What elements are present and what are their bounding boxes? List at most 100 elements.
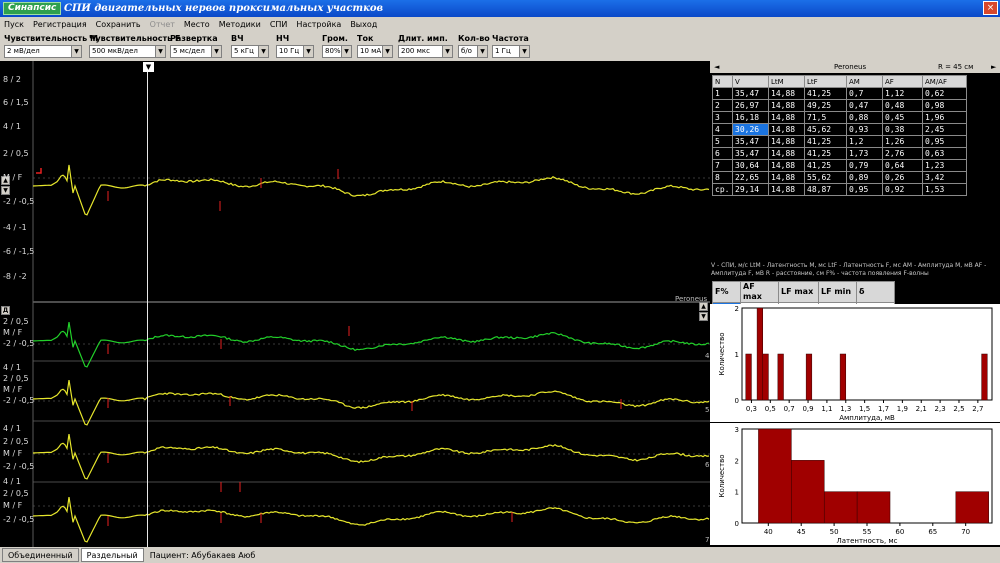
control-select-4[interactable]: 10 Гц ▼	[276, 45, 314, 58]
results-col-0: N	[712, 75, 733, 88]
control-select-2[interactable]: 5 мс/дел ▼	[170, 45, 222, 58]
trace6-ylabel-2: M / F	[3, 449, 23, 458]
table-row[interactable]: 7 30,64 14,88 41,25 0,79 0,64 1,23	[712, 159, 967, 172]
trace7-ylabel-1: 2 / 0,5	[3, 489, 29, 498]
lat-hist-xtick-4: 60	[895, 528, 904, 536]
results-panel: ◄ Peroneus R = 45 см ► N V LtM LtF AM AF AM/AF…	[710, 61, 1000, 547]
trace6-ylabel-0: 4 / 1	[3, 424, 21, 433]
chevron-down-icon: ▼	[341, 46, 351, 57]
traces-scale-up-button[interactable]: ▲	[699, 302, 708, 311]
menu-item-5[interactable]: Методики	[219, 20, 261, 29]
table-row[interactable]: 2 26,97 14,88 49,25 0,47 0,48 0,98	[712, 99, 967, 112]
control-label-3: ВЧ	[231, 34, 244, 43]
table-cell: 14,88	[768, 99, 805, 112]
amp-hist-xtick-2: 0,7	[784, 405, 795, 413]
acquisition-toolbar: Чувствительность M2 мВ/дел ▼ Чувствительно…	[0, 31, 1000, 61]
bottom-tab-1[interactable]: Раздельный	[80, 548, 144, 562]
app-logo: Синапсис	[3, 2, 62, 15]
traces-scale-down-button[interactable]: ▼	[699, 312, 708, 321]
table-cell: 0,38	[882, 123, 923, 136]
trace5-ylabel-2: M / F	[3, 385, 23, 394]
control-select-5[interactable]: 80% ▼	[322, 45, 352, 58]
control-select-7[interactable]: 200 мкс ▼	[398, 45, 453, 58]
table-cell: 35,47	[732, 135, 769, 148]
lat-hist-bar-4	[955, 491, 989, 524]
control-6: Ток 10 мА ▼	[357, 33, 393, 58]
trace-7	[32, 497, 710, 543]
control-label-9: Частота	[492, 34, 529, 43]
control-label-1: Чувствительность F	[89, 34, 181, 43]
abbrev-legend: V - СПИ, м/с LtM - Латентность М, мс LtF…	[711, 262, 987, 277]
control-label-6: Ток	[357, 34, 374, 43]
menu-item-1[interactable]: Регистрация	[33, 20, 87, 29]
results-col-1: V	[732, 75, 769, 88]
amp-hist-xtick-6: 1,5	[859, 405, 870, 413]
control-select-0[interactable]: 2 мВ/дел ▼	[4, 45, 82, 58]
time-cursor[interactable]	[147, 71, 148, 547]
table-row[interactable]: 3 16,18 14,88 71,5 0,88 0,45 1,96	[712, 111, 967, 124]
top-ylabel-5: -2 / -0,5	[3, 197, 35, 206]
menu-item-7[interactable]: Настройка	[296, 20, 341, 29]
d-button[interactable]: Д	[1, 306, 10, 315]
trace5-ylabel-1: 2 / 0,5	[3, 374, 29, 383]
control-select-1[interactable]: 500 мкВ/дел ▼	[89, 45, 166, 58]
top-ylabel-8: -8 / -2	[3, 272, 27, 281]
title-bar: Синапсис СПИ двигательных нервов проксим…	[0, 0, 1000, 17]
next-icon[interactable]: ►	[991, 61, 996, 73]
trace6-ylabel-1: 2 / 0,5	[3, 437, 29, 446]
table-cell: 0,64	[882, 159, 923, 172]
lat-hist-ytick-3: 3	[735, 426, 739, 434]
main-trace	[32, 164, 710, 216]
table-row[interactable]: 4 30,26 14,88 45,62 0,93 0,38 2,45	[712, 123, 967, 136]
close-icon[interactable]: ×	[983, 1, 998, 15]
chevron-down-icon: ▼	[382, 46, 392, 57]
prev-icon[interactable]: ◄	[714, 61, 719, 73]
table-row[interactable]: 6 35,47 14,88 41,25 1,73 2,76 0,63	[712, 147, 967, 160]
trace-number-0: 4	[705, 352, 710, 360]
table-cell: 14,88	[768, 171, 805, 184]
table-row[interactable]: 8 22,65 14,88 55,62 0,89 0,26 3,42	[712, 171, 967, 184]
trace4-ylabel-1: M / F	[3, 328, 23, 337]
amp-hist-xtick-1: 0,5	[765, 405, 776, 413]
trace5-ylabel-0: 4 / 1	[3, 363, 21, 372]
menu-item-0[interactable]: Пуск	[4, 20, 24, 29]
control-select-6[interactable]: 10 мА ▼	[357, 45, 393, 58]
amp-hist-xtick-12: 2,7	[972, 405, 983, 413]
table-cell: 1,23	[922, 159, 967, 172]
table-cell: 26,97	[732, 99, 769, 112]
amp-hist-xtick-10: 2,3	[935, 405, 946, 413]
control-3: ВЧ 5 кГц ▼	[231, 33, 269, 58]
top-ylabel-1: 6 / 1,5	[3, 98, 29, 107]
control-select-8[interactable]: б/о ▼	[458, 45, 488, 58]
menu-item-3: Отчет	[149, 19, 175, 29]
results-nerve: Peroneus	[834, 63, 867, 71]
lat-hist-ytick-1: 1	[735, 489, 739, 497]
menu-item-6[interactable]: СПИ	[270, 20, 288, 29]
menu-item-8[interactable]: Выход	[350, 20, 377, 29]
cursor-handle-icon[interactable]: ▼	[143, 62, 154, 72]
bottom-tab-0[interactable]: Объединенный	[2, 548, 79, 562]
menu-item-2[interactable]: Сохранить	[96, 20, 141, 29]
table-cell: 1,53	[922, 183, 967, 196]
control-select-3[interactable]: 5 кГц ▼	[231, 45, 269, 58]
m-response-marker[interactable]	[36, 168, 42, 174]
results-col-4: AM	[846, 75, 883, 88]
amp-hist-bar-4	[805, 353, 813, 401]
table-cell: 1,26	[882, 135, 923, 148]
control-value-0: 2 мВ/дел	[7, 47, 40, 55]
stats-col-1: AF max	[740, 281, 779, 303]
scale-down-button[interactable]: ▼	[1, 186, 10, 195]
amp-hist-xtick-4: 1,1	[821, 405, 832, 413]
table-row[interactable]: 5 35,47 14,88 41,25 1,2 1,26 0,95	[712, 135, 967, 148]
waveform-plot[interactable]: ▼ ▲ ▼ Д ▲ ▼ Peroneus 8 / 26 / 1,5 4 / 12 …	[0, 61, 710, 547]
control-select-9[interactable]: 1 Гц ▼	[492, 45, 530, 58]
table-cell: 0,47	[846, 99, 883, 112]
results-table: N V LtM LtF AM AF AM/AF 1 35,47 14,88 41,25 0,7 1,12…	[712, 75, 967, 196]
table-row[interactable]: ср. 29,14 14,88 48,87 0,95 0,92 1,53	[712, 183, 967, 196]
table-cell: 14,88	[768, 183, 805, 196]
table-row[interactable]: 1 35,47 14,88 41,25 0,7 1,12 0,62	[712, 87, 967, 100]
amp-hist-xtick-8: 1,9	[897, 405, 908, 413]
menu-item-4[interactable]: Место	[184, 20, 210, 29]
trace-number-1: 5	[705, 406, 710, 414]
table-cell: 1,73	[846, 147, 883, 160]
